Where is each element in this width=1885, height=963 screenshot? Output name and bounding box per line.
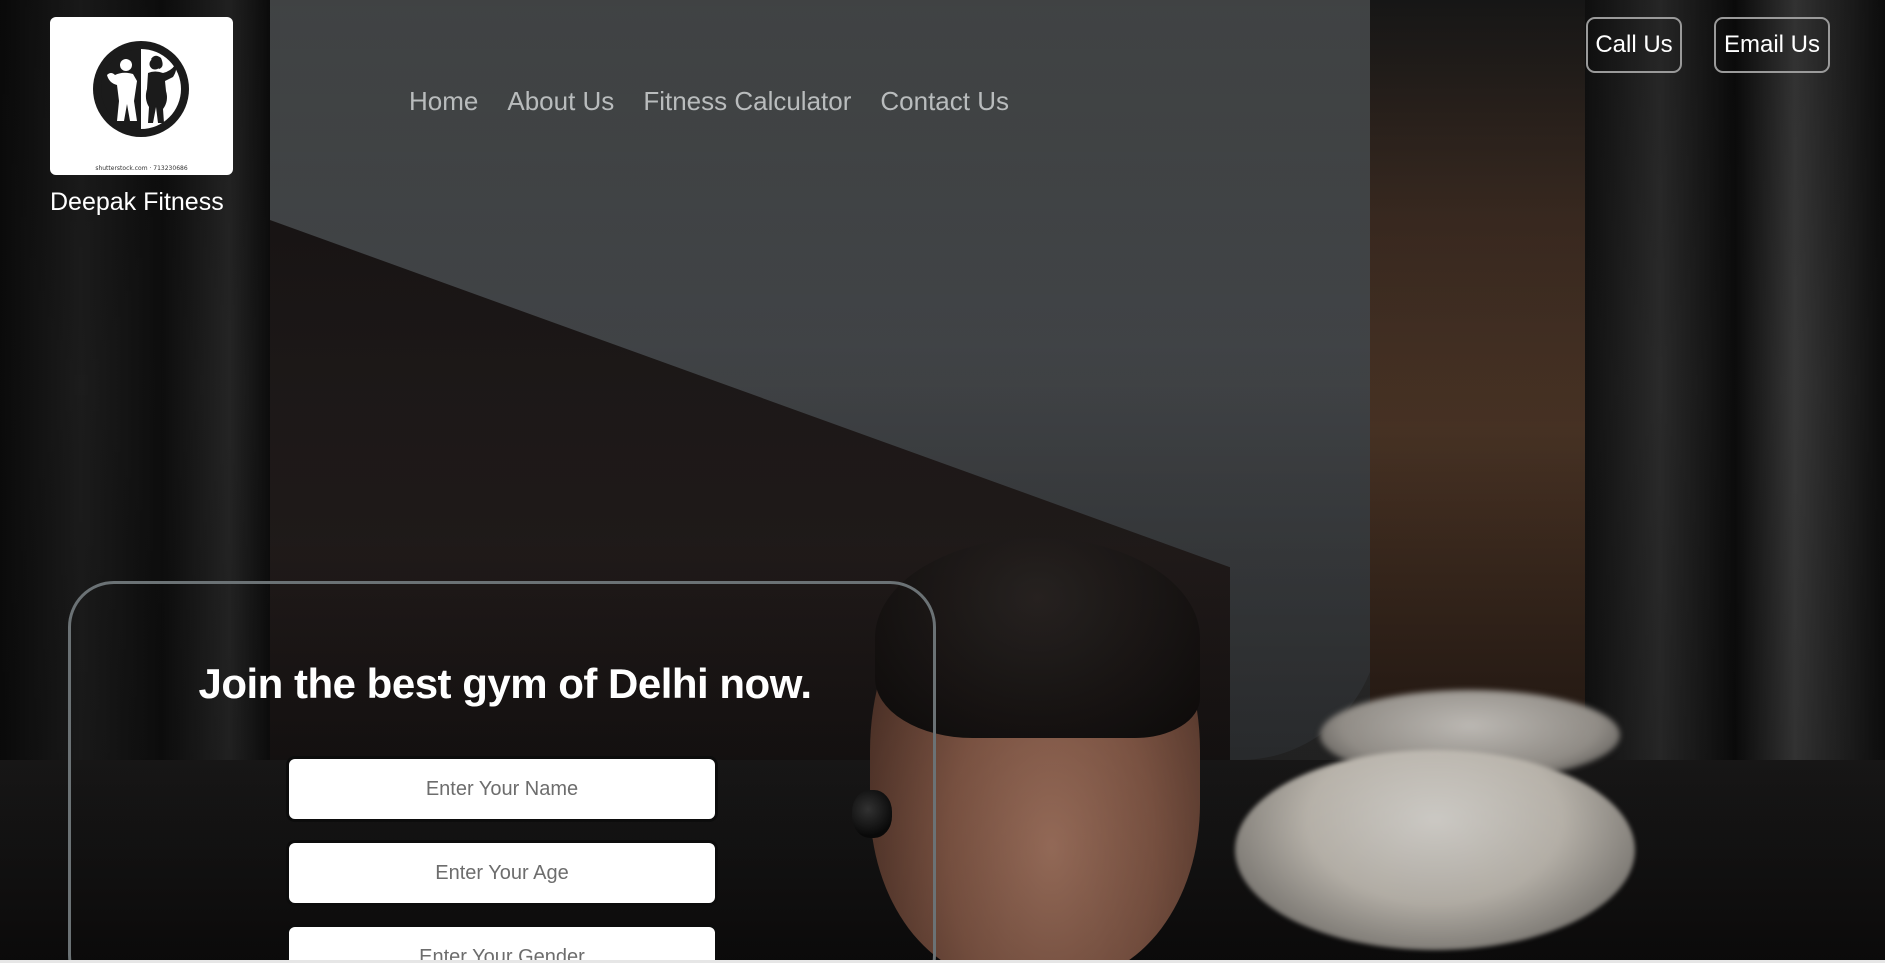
- nav-item-home[interactable]: Home: [409, 86, 478, 117]
- logo-silhouette-svg: [101, 49, 181, 129]
- page: shutterstock.com · 713230686 Deepak Fitn…: [0, 0, 1885, 963]
- gender-input[interactable]: [286, 924, 718, 963]
- logo[interactable]: shutterstock.com · 713230686: [50, 17, 233, 175]
- call-us-button[interactable]: Call Us: [1586, 17, 1682, 73]
- join-form-card: Join the best gym of Delhi now.: [68, 581, 936, 963]
- join-title: Join the best gym of Delhi now.: [198, 660, 812, 707]
- nav-item-contact-us[interactable]: Contact Us: [880, 86, 1009, 117]
- main-nav: Home About Us Fitness Calculator Contact…: [409, 86, 1009, 117]
- brand-name: Deepak Fitness: [50, 188, 224, 216]
- name-input[interactable]: [286, 756, 718, 822]
- nav-item-about-us[interactable]: About Us: [507, 86, 614, 117]
- fitness-couple-silhouette-icon: [93, 41, 189, 137]
- email-us-button[interactable]: Email Us: [1714, 17, 1830, 73]
- age-input[interactable]: [286, 840, 718, 906]
- nav-item-fitness-calculator[interactable]: Fitness Calculator: [643, 86, 851, 117]
- logo-caption: shutterstock.com · 713230686: [95, 165, 188, 172]
